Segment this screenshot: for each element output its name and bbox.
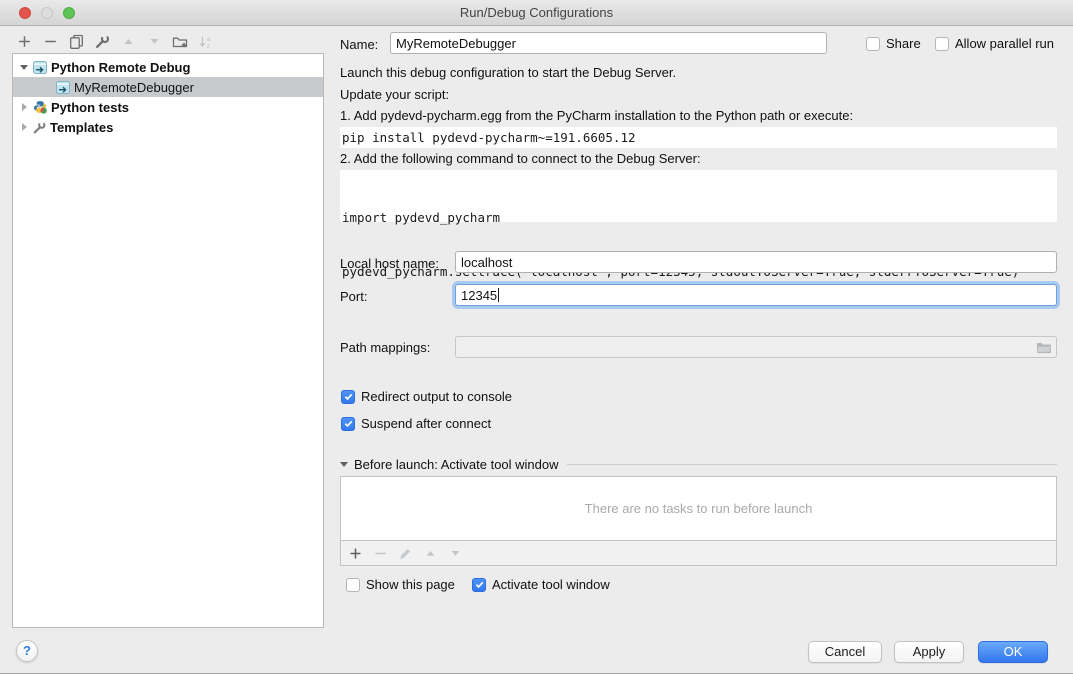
copy-icon xyxy=(69,34,84,49)
add-task-button[interactable] xyxy=(348,546,362,560)
question-mark-icon: ? xyxy=(23,643,31,658)
pip-install-code-block[interactable]: pip install pydevd-pycharm~=191.6605.12 xyxy=(340,127,1057,148)
step2-text: 2. Add the following command to connect … xyxy=(340,151,701,166)
configurations-toolbar: a z xyxy=(14,31,216,51)
empty-tasks-text: There are no tasks to run before launch xyxy=(341,477,1056,540)
allow-parallel-run-checkbox[interactable] xyxy=(935,37,949,51)
run-debug-configurations-dialog: Run/Debug Configurations xyxy=(0,0,1073,674)
tree-item-python-tests[interactable]: Python tests xyxy=(13,97,323,117)
redirect-output-label: Redirect output to console xyxy=(361,389,512,404)
tree-item-label: Python tests xyxy=(51,100,129,115)
activate-tool-window-row: Activate tool window xyxy=(472,577,610,592)
svg-text:a: a xyxy=(207,36,211,43)
name-label: Name: xyxy=(340,37,378,52)
templates-wrench-icon xyxy=(33,121,46,134)
tree-item-label: Templates xyxy=(50,120,113,135)
apply-button[interactable]: Apply xyxy=(894,641,964,663)
path-mappings-input[interactable] xyxy=(455,336,1057,358)
intro-text: Launch this debug configuration to start… xyxy=(340,65,676,80)
new-folder-icon xyxy=(172,34,188,49)
port-value: 12345 xyxy=(461,288,497,303)
separator-line xyxy=(567,464,1057,465)
share-checkbox[interactable] xyxy=(866,37,880,51)
update-script-text: Update your script: xyxy=(340,87,449,102)
remove-icon xyxy=(374,547,387,560)
wrench-icon xyxy=(95,34,110,49)
allow-parallel-run-label: Allow parallel run xyxy=(955,36,1054,51)
path-mappings-label: Path mappings: xyxy=(340,340,430,355)
move-task-up-button xyxy=(423,546,437,560)
checkmark-icon xyxy=(343,391,354,402)
move-task-down-button xyxy=(448,546,462,560)
configurations-tree: Python Remote Debug MyRemoteDebugger xyxy=(12,53,324,628)
share-label: Share xyxy=(886,36,921,51)
move-up-icon xyxy=(121,34,136,49)
ok-button[interactable]: OK xyxy=(978,641,1048,663)
collapse-arrow-icon[interactable] xyxy=(340,462,348,467)
move-down-icon xyxy=(449,547,462,560)
browse-folder-icon[interactable] xyxy=(1036,341,1052,354)
name-input[interactable] xyxy=(390,32,827,54)
local-host-name-input[interactable] xyxy=(455,251,1057,273)
expand-arrow-icon[interactable] xyxy=(19,103,29,111)
allow-parallel-run-checkbox-row: Allow parallel run xyxy=(935,36,1054,51)
expand-arrow-icon[interactable] xyxy=(19,123,29,131)
tree-item-python-remote-debug[interactable]: Python Remote Debug xyxy=(13,57,323,77)
sort-configurations-button: a z xyxy=(196,31,216,51)
remove-icon xyxy=(43,34,58,49)
text-cursor xyxy=(498,288,499,302)
help-button[interactable]: ? xyxy=(16,640,38,662)
local-host-name-label: Local host name: xyxy=(340,256,439,271)
before-launch-task-list: There are no tasks to run before launch xyxy=(340,476,1057,566)
python-tests-icon xyxy=(33,100,47,114)
add-icon xyxy=(17,34,32,49)
checkmark-icon xyxy=(343,418,354,429)
suspend-after-connect-row: Suspend after connect xyxy=(341,416,491,431)
tree-item-label: Python Remote Debug xyxy=(51,60,190,75)
pencil-icon xyxy=(399,547,412,560)
remote-debug-config-icon xyxy=(56,81,70,94)
move-up-icon xyxy=(424,547,437,560)
remove-configuration-button[interactable] xyxy=(40,31,60,51)
settrace-code-block[interactable]: import pydevd_pycharm pydevd_pycharm.set… xyxy=(340,170,1057,222)
checkmark-icon xyxy=(474,579,485,590)
remove-task-button xyxy=(373,546,387,560)
share-checkbox-row: Share xyxy=(866,36,921,51)
window-title: Run/Debug Configurations xyxy=(0,0,1073,26)
move-down-button xyxy=(144,31,164,51)
before-launch-title: Before launch: Activate tool window xyxy=(354,457,559,472)
title-bar: Run/Debug Configurations xyxy=(0,0,1073,26)
cancel-button[interactable]: Cancel xyxy=(808,641,882,663)
add-configuration-button[interactable] xyxy=(14,31,34,51)
before-launch-header[interactable]: Before launch: Activate tool window xyxy=(340,456,1057,472)
redirect-output-row: Redirect output to console xyxy=(341,389,512,404)
show-this-page-row: Show this page xyxy=(346,577,455,592)
activate-tool-window-label: Activate tool window xyxy=(492,577,610,592)
tree-item-templates[interactable]: Templates xyxy=(13,117,323,137)
tree-item-label: MyRemoteDebugger xyxy=(74,80,194,95)
create-folder-button[interactable] xyxy=(170,31,190,51)
suspend-after-connect-checkbox[interactable] xyxy=(341,417,355,431)
code-line-import: import pydevd_pycharm xyxy=(342,209,1057,227)
move-down-icon xyxy=(147,34,162,49)
remote-debug-config-icon xyxy=(33,61,47,74)
tree-item-myremotedebugger[interactable]: MyRemoteDebugger xyxy=(13,77,323,97)
add-icon xyxy=(349,547,362,560)
activate-tool-window-checkbox[interactable] xyxy=(472,578,486,592)
show-this-page-checkbox[interactable] xyxy=(346,578,360,592)
move-up-button xyxy=(118,31,138,51)
svg-text:z: z xyxy=(207,43,210,49)
port-input[interactable]: 12345 xyxy=(455,284,1057,306)
edit-defaults-button[interactable] xyxy=(92,31,112,51)
collapse-arrow-icon[interactable] xyxy=(19,65,29,70)
sort-alphabetically-icon: a z xyxy=(198,34,214,49)
port-label: Port: xyxy=(340,289,367,304)
step1-text: 1. Add pydevd-pycharm.egg from the PyCha… xyxy=(340,108,853,123)
edit-task-button xyxy=(398,546,412,560)
suspend-after-connect-label: Suspend after connect xyxy=(361,416,491,431)
show-this-page-label: Show this page xyxy=(366,577,455,592)
before-launch-toolbar xyxy=(341,540,1056,565)
redirect-output-checkbox[interactable] xyxy=(341,390,355,404)
copy-configuration-button[interactable] xyxy=(66,31,86,51)
